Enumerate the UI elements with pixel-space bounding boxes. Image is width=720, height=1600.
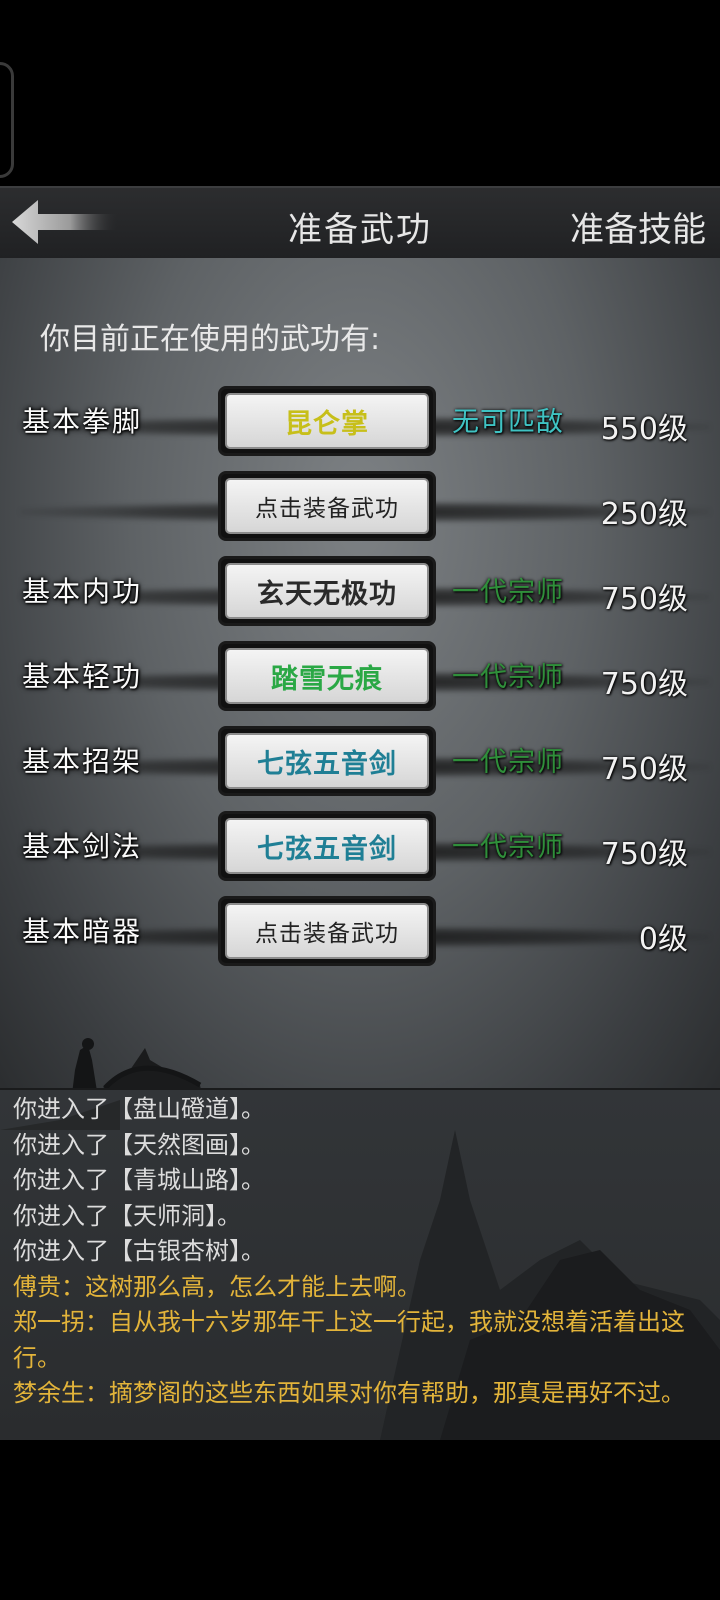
equipped-skill-name: 七弦五音剑: [225, 733, 429, 789]
slot-category: 基本剑法: [22, 830, 143, 863]
slot-row: 基本拳脚 昆仑掌 无可匹敌 550级: [0, 386, 720, 466]
skill-level: 750级: [600, 752, 688, 787]
log-line: 你进入了【青城山路】。: [13, 1166, 265, 1194]
equip-skill-button[interactable]: 七弦五音剑: [218, 726, 436, 796]
equip-skill-button[interactable]: 玄天无极功: [218, 556, 436, 626]
equip-skill-button[interactable]: 点击装备武功: [218, 471, 436, 541]
log-line: 郑一拐：自从我十六岁那年干上这一行起，我就没想着活着出这行。: [13, 1308, 685, 1372]
slot-row: 基本内功 玄天无极功 一代宗师 750级: [0, 556, 720, 636]
skill-grade: 一代宗师: [452, 577, 564, 608]
slot-category: 基本暗器: [22, 915, 143, 948]
skill-grade: 一代宗师: [452, 747, 564, 778]
skill-grade: 无可匹敌: [452, 407, 564, 438]
skill-level: 750级: [600, 667, 688, 702]
slot-category: 基本拳脚: [22, 405, 143, 438]
intro-text: 你目前正在使用的武功有:: [40, 322, 381, 357]
skill-level: 750级: [600, 837, 688, 872]
equipped-skill-name: 点击装备武功: [225, 903, 429, 959]
slot-category: 基本招架: [22, 745, 143, 778]
slot-row: 基本剑法 七弦五音剑 一代宗师 750级: [0, 811, 720, 891]
martial-arts-panel: 你目前正在使用的武功有: 基本拳脚 昆仑掌 无可匹敌 550级 点击装备武功 250级 基本…: [0, 258, 720, 1108]
log-line: 你进入了【盘山磴道】。: [13, 1095, 265, 1123]
skill-grade: 一代宗师: [452, 662, 564, 693]
log-lines: 你进入了【盘山磴道】。 你进入了【天然图画】。 你进入了【青城山路】。 你进入了【天师…: [13, 1092, 703, 1412]
equip-skill-button[interactable]: 点击装备武功: [218, 896, 436, 966]
equipped-skill-name: 踏雪无痕: [225, 648, 429, 704]
log-line: 梦余生：摘梦阁的这些东西如果对你有帮助，那真是再好不过。: [13, 1379, 685, 1407]
skill-level: 250级: [600, 497, 688, 532]
slot-row: 基本轻功 踏雪无痕 一代宗师 750级: [0, 641, 720, 721]
skill-grade: 一代宗师: [452, 832, 564, 863]
log-line: 傅贵：这树那么高，怎么才能上去啊。: [13, 1272, 421, 1301]
slot-category: 基本内功: [22, 575, 143, 608]
log-line: 你进入了【天师洞】。: [13, 1201, 241, 1230]
message-log: 你进入了【盘山磴道】。 你进入了【天然图画】。 你进入了【青城山路】。 你进入了【天师…: [0, 1088, 720, 1440]
equipped-skill-name: 玄天无极功: [225, 563, 429, 619]
slot-category: 基本轻功: [22, 660, 143, 693]
skill-level: 750级: [600, 582, 688, 617]
log-line: 你进入了【天然图画】。: [13, 1130, 265, 1159]
prepare-skills-tab[interactable]: 准备技能: [570, 202, 706, 251]
equip-skill-button[interactable]: 昆仑掌: [218, 386, 436, 456]
screen-edge-decoration: [0, 62, 14, 178]
equipped-skill-name: 昆仑掌: [225, 393, 429, 449]
slot-row: 基本暗器 点击装备武功 0级: [0, 896, 720, 976]
slot-row: 基本招架 七弦五音剑 一代宗师 750级: [0, 726, 720, 806]
equip-skill-button[interactable]: 七弦五音剑: [218, 811, 436, 881]
log-line: 你进入了【古银杏树】。: [13, 1237, 265, 1265]
slot-row: 点击装备武功 250级: [0, 471, 720, 551]
skill-level: 550级: [600, 412, 688, 447]
top-bar: 准备武功 准备技能: [0, 186, 720, 260]
skill-level: 0级: [638, 922, 688, 957]
equip-skill-button[interactable]: 踏雪无痕: [218, 641, 436, 711]
equipped-skill-name: 点击装备武功: [225, 478, 429, 534]
equipped-skill-name: 七弦五音剑: [225, 818, 429, 874]
